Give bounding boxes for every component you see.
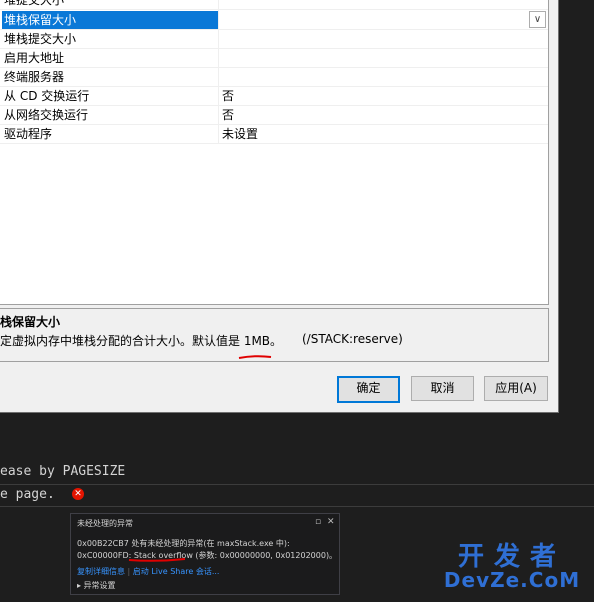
- column-divider: [218, 29, 219, 48]
- red-underline-annotation: [128, 558, 186, 562]
- column-divider: [218, 124, 219, 143]
- property-row[interactable]: 终端服务器: [0, 67, 548, 87]
- property-name: 堆提交大小: [4, 0, 65, 7]
- column-divider: [218, 48, 219, 67]
- watermark-bottom: DevZe.CoM: [443, 568, 581, 592]
- exception-settings-label: 异常设置: [83, 581, 116, 590]
- copy-details-link[interactable]: 复制详细信息: [77, 567, 125, 576]
- chevron-down-icon[interactable]: ∨: [529, 11, 546, 28]
- property-name: 终端服务器: [4, 70, 65, 84]
- property-row[interactable]: 启用大地址: [0, 48, 548, 68]
- property-name: 堆栈提交大小: [4, 32, 77, 46]
- property-value: 否: [222, 108, 235, 122]
- column-divider: [218, 67, 219, 86]
- expand-arrow-icon: ▸: [77, 581, 82, 590]
- popup-title: 未经处理的异常: [77, 519, 133, 528]
- exception-message-line: 0xC00000FD: Stack overflow (参数: 0x000000…: [77, 551, 338, 560]
- exception-settings-toggle[interactable]: ▸ 异常设置: [77, 580, 116, 591]
- property-row[interactable]: 从网络交换运行 否: [0, 105, 548, 125]
- property-value: 未设置: [222, 127, 259, 141]
- exception-popup: 未经处理的异常 ▫ ✕ 0x00B22CB7 处有未经处理的异常(在 maxSt…: [70, 513, 340, 595]
- close-icon[interactable]: ✕: [327, 517, 335, 527]
- cancel-button[interactable]: 取消: [411, 376, 474, 401]
- description-switch: (/STACK:reserve): [302, 332, 403, 346]
- property-name: 驱动程序: [4, 127, 53, 141]
- property-row[interactable]: 驱动程序 未设置: [0, 124, 548, 144]
- column-divider: [218, 10, 219, 29]
- editor-divider: [0, 484, 594, 485]
- ok-button[interactable]: 确定: [337, 376, 400, 403]
- live-share-link[interactable]: 启动 Live Share 会话...: [133, 567, 220, 576]
- red-underline-annotation: [238, 355, 272, 359]
- editor-divider: [0, 506, 594, 507]
- column-divider: [218, 0, 219, 9]
- property-row[interactable]: 堆提交大小: [0, 0, 548, 10]
- editor-line: e page.: [0, 487, 55, 502]
- error-icon[interactable]: ✕: [72, 488, 84, 500]
- property-grid: 堆提交大小 堆栈保留大小 ∨ 堆栈提交大小 启用大地址 终端服务器 从 CD 交…: [0, 0, 549, 305]
- property-row[interactable]: 堆栈提交大小: [0, 29, 548, 49]
- property-pages-dialog: 堆提交大小 堆栈保留大小 ∨ 堆栈提交大小 启用大地址 终端服务器 从 CD 交…: [0, 0, 559, 413]
- property-value: 否: [222, 89, 235, 103]
- property-name: 从 CD 交换运行: [4, 89, 90, 103]
- property-name: 启用大地址: [4, 51, 65, 65]
- description-text: 定虚拟内存中堆栈分配的合计大小。默认值是 1MB。: [0, 334, 283, 348]
- property-description-panel: 栈保留大小 定虚拟内存中堆栈分配的合计大小。默认值是 1MB。 (/STACK:…: [0, 308, 549, 362]
- apply-button[interactable]: 应用(A): [484, 376, 548, 401]
- column-divider: [218, 86, 219, 105]
- column-divider: [218, 105, 219, 124]
- link-separator: |: [127, 567, 131, 576]
- popup-actions: 复制详细信息 | 启动 Live Share 会话...: [77, 566, 219, 577]
- pin-icon[interactable]: ▫: [315, 517, 321, 527]
- property-row-selected[interactable]: 堆栈保留大小 ∨: [0, 10, 548, 30]
- description-title: 栈保留大小: [0, 315, 61, 329]
- site-watermark: 开发者 DevZe.CoM: [436, 536, 588, 598]
- property-name: 从网络交换运行: [4, 108, 89, 122]
- editor-line: ease by PAGESIZE: [0, 464, 126, 479]
- property-row[interactable]: 从 CD 交换运行 否: [0, 86, 548, 106]
- property-name: 堆栈保留大小: [2, 11, 218, 29]
- exception-message-line: 0x00B22CB7 处有未经处理的异常(在 maxStack.exe 中):: [77, 539, 290, 548]
